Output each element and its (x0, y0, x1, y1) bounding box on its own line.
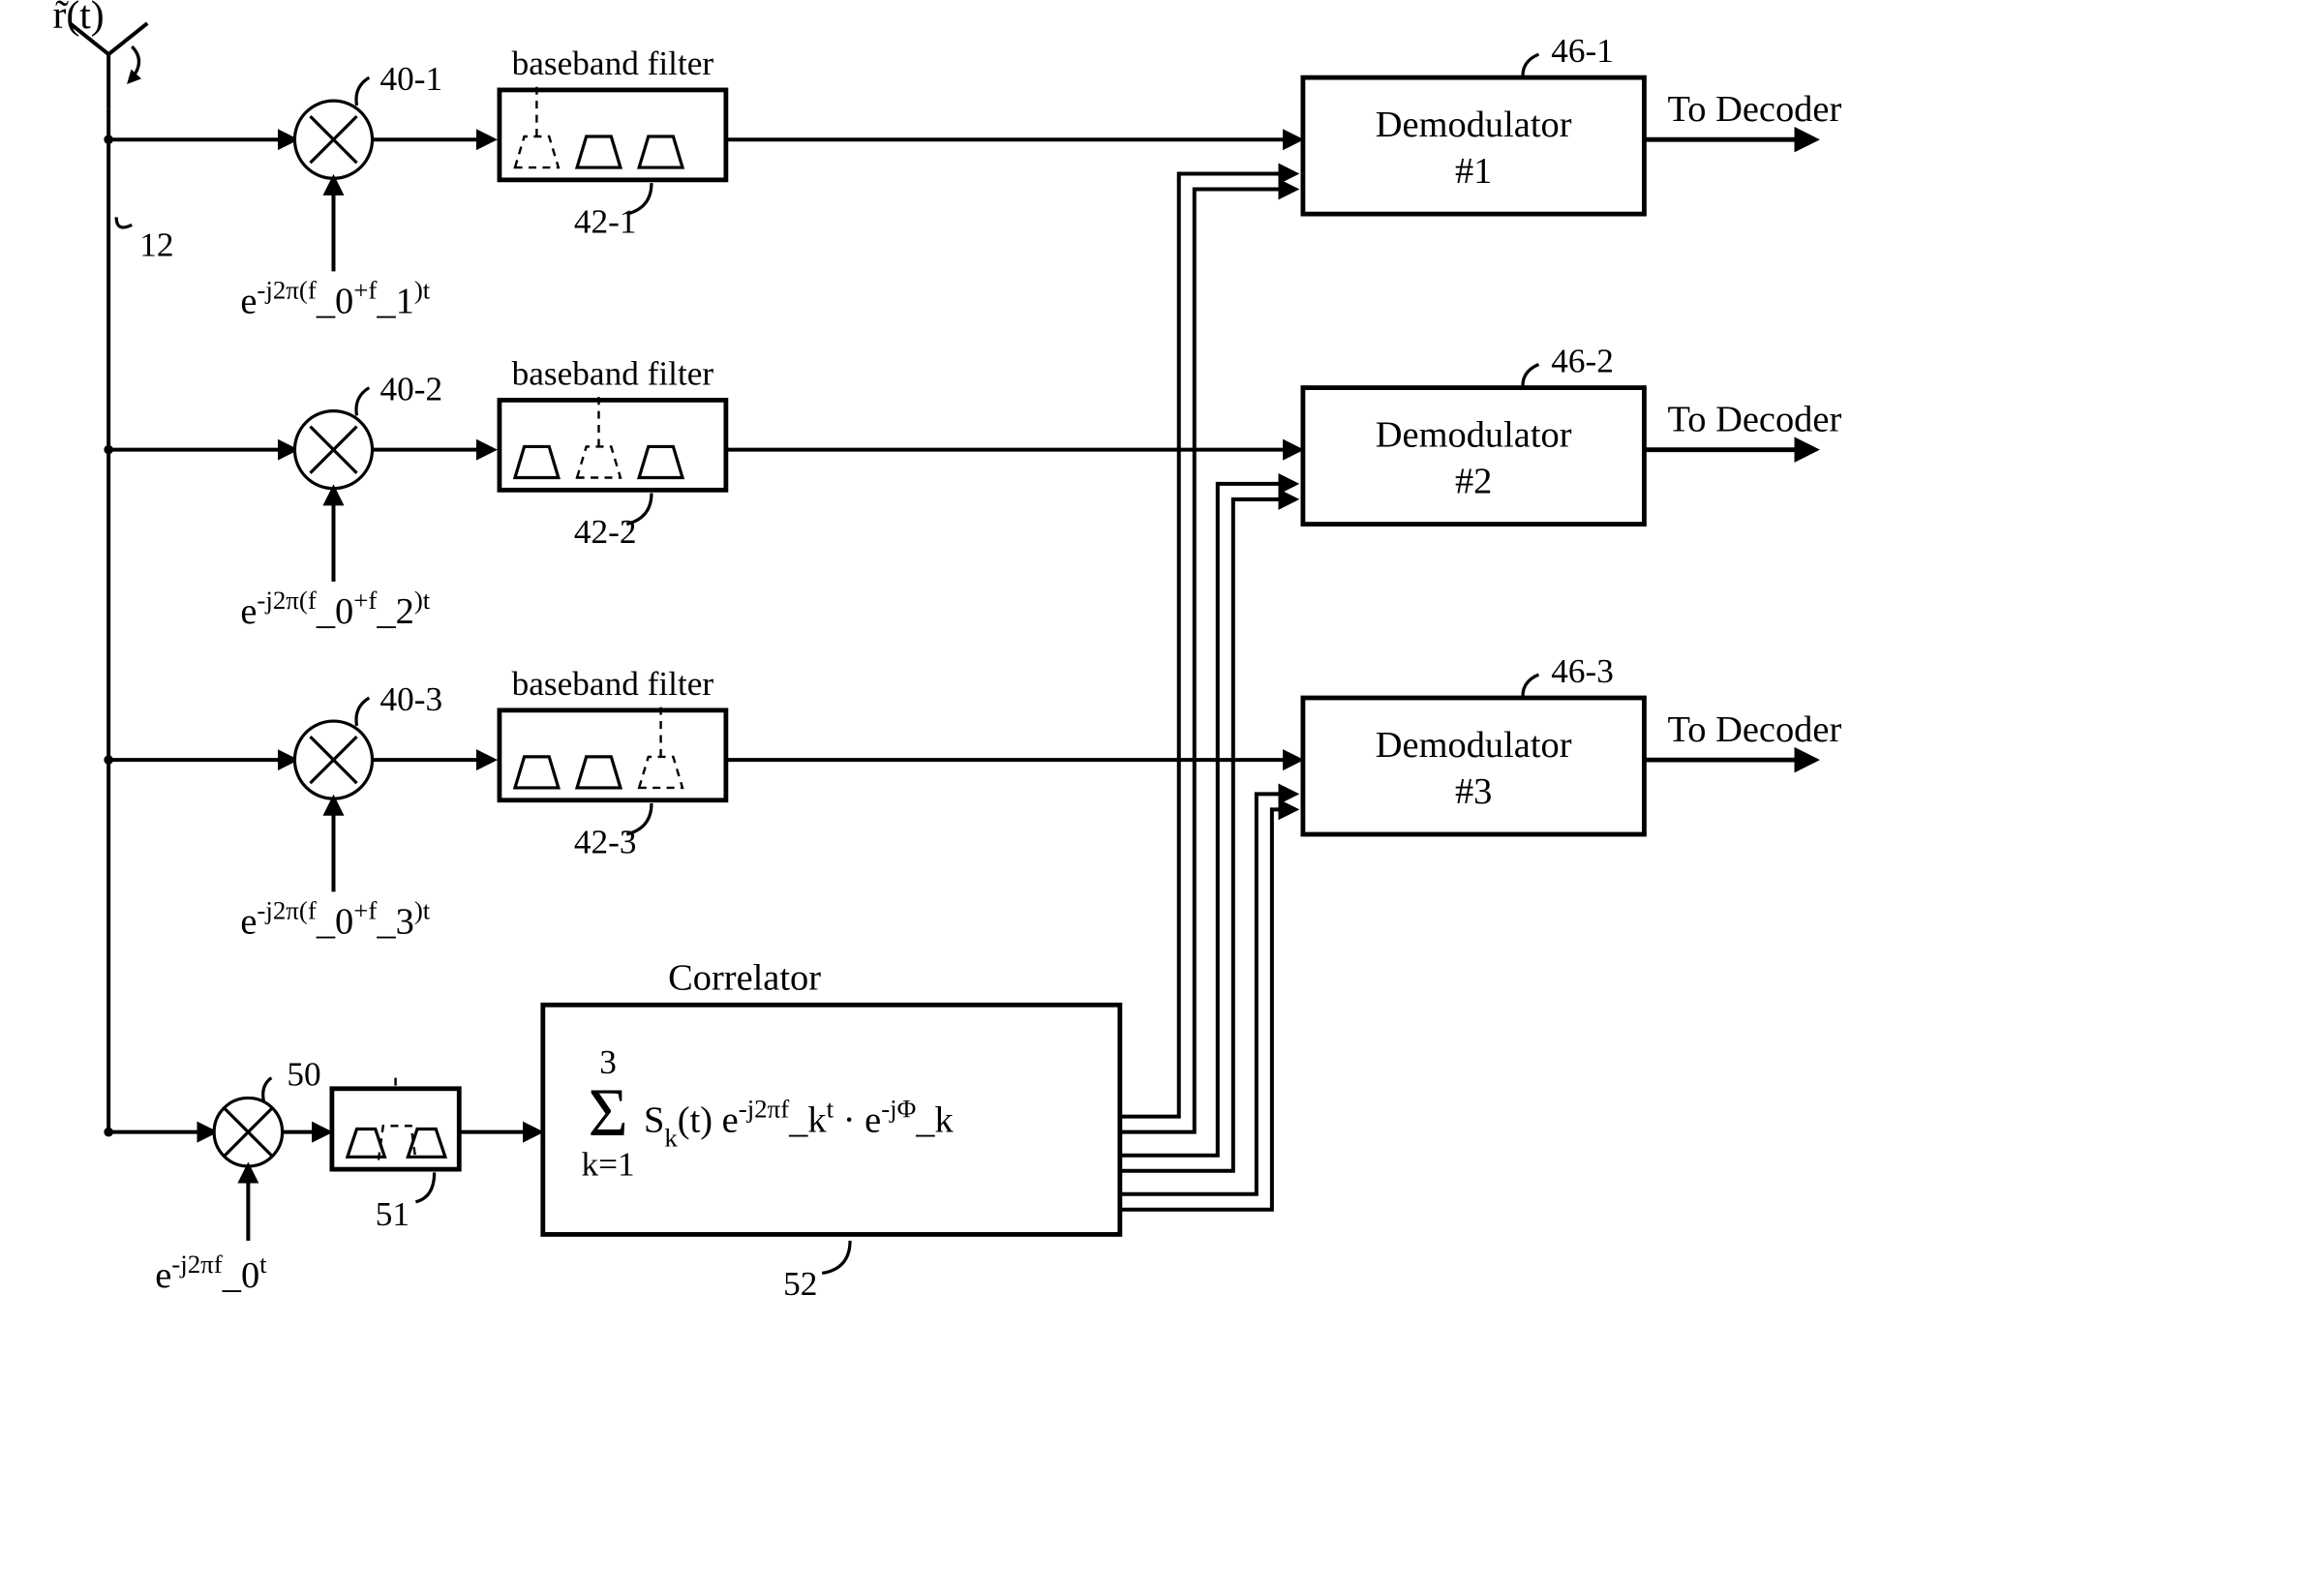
demod-number: #1 (1455, 151, 1492, 192)
filter-ref-51: 51 (376, 1195, 409, 1233)
filter-ref: 42-3 (574, 823, 637, 860)
demod-ref: 46-2 (1551, 343, 1614, 380)
branch-2: 40-2 e-j2π(f_0+f_2)t baseband filter 42-2 46… (104, 343, 1841, 633)
demod-title: Demodulator (1376, 725, 1572, 766)
input-ref: 12 (139, 226, 173, 263)
lo-expr: e-j2π(f_0+f_1)t (240, 276, 430, 322)
mixer-ref-50: 50 (287, 1056, 320, 1094)
filter-51: 51 (332, 1076, 459, 1233)
lo-expr: e-j2π(f_0+f_3)t (240, 896, 430, 943)
demod-ref: 46-1 (1551, 32, 1614, 70)
filter-title: baseband filter (512, 354, 714, 392)
correlator-ref-52: 52 (783, 1265, 817, 1303)
sum-lower: k=1 (582, 1146, 635, 1184)
mixer-ref: 40-2 (380, 370, 443, 407)
lo-expr-50: e-j2πf_0t (155, 1250, 267, 1296)
filter-ref: 42-1 (574, 202, 637, 240)
filter-title: baseband filter (512, 45, 714, 82)
input-antenna: r̃(t) 12 (52, 0, 173, 1132)
output-label: To Decoder (1667, 709, 1841, 750)
svg-text:Σ: Σ (589, 1075, 628, 1151)
filter-title: baseband filter (512, 665, 714, 703)
sum-upper: 3 (599, 1043, 617, 1081)
demod-number: #3 (1455, 771, 1492, 812)
demod-ref: 46-3 (1551, 652, 1614, 690)
output-label: To Decoder (1667, 399, 1841, 439)
block-diagram: r̃(t) 12 40-1 e-j2π(f_0+f_1)t baseband fil… (0, 0, 2305, 1596)
filter-ref: 42-2 (574, 513, 637, 551)
branch-1: 40-1 e-j2π(f_0+f_1)t baseband filter 42-1 46… (104, 32, 1841, 322)
correlator-label: Correlator (668, 957, 821, 998)
demod-number: #2 (1455, 462, 1492, 502)
input-signal-label: r̃(t) (52, 0, 104, 38)
demod-title: Demodulator (1376, 105, 1572, 145)
output-label: To Decoder (1667, 89, 1841, 130)
branch-3: 40-3 e-j2π(f_0+f_3)t baseband filter 42-3 46… (104, 652, 1841, 943)
lo-expr: e-j2π(f_0+f_2)t (240, 586, 430, 632)
mixer-ref: 40-1 (380, 60, 443, 98)
demod-title: Demodulator (1376, 414, 1572, 455)
mixer-ref: 40-3 (380, 680, 443, 718)
mixer-50: 50 e-j2πf_0t (155, 1056, 320, 1296)
